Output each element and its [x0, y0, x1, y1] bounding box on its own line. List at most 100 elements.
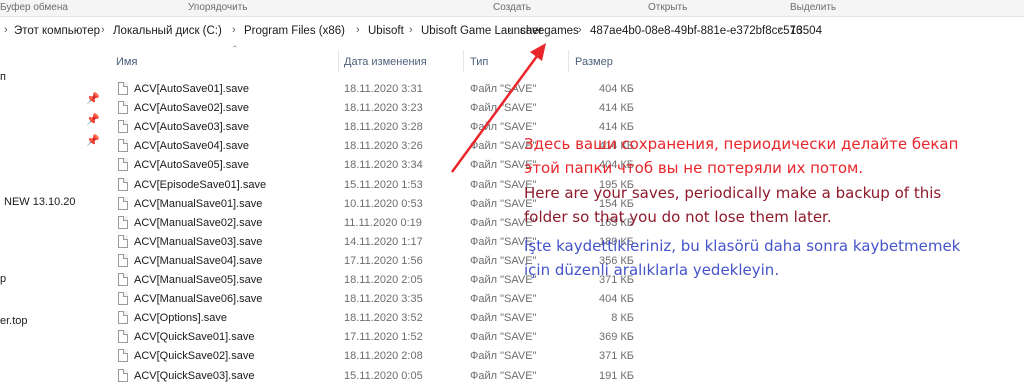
file-size: 8 КБ	[611, 312, 634, 325]
file-type: Файл "SAVE"	[470, 331, 537, 344]
file-date: 10.11.2020 0:53	[344, 197, 423, 210]
file-date: 15.11.2020 0:05	[344, 369, 423, 382]
note-tr-line: için düzenli aralıklarla yedekleyin.	[524, 261, 780, 279]
file-name: ACV[Options].save	[134, 312, 227, 325]
address-bar[interactable]: › Этот компьютер › Локальный диск (C:) ›…	[0, 21, 1024, 43]
column-divider[interactable]	[568, 50, 569, 72]
chevron-right-icon[interactable]: ›	[778, 24, 782, 36]
pin-icon[interactable]: 📌	[86, 113, 100, 126]
file-icon	[118, 139, 128, 153]
ribbon-label-organize: Упорядочить	[188, 2, 248, 13]
breadcrumb-this-pc[interactable]: Этот компьютер	[14, 25, 100, 37]
file-name: ACV[ManualSave02].save	[134, 216, 263, 229]
nav-item[interactable]: er.top	[0, 315, 28, 327]
file-icon	[118, 253, 128, 267]
file-row[interactable]: ACV[QuickSave01].save 17.11.2020 1:52 Файл…	[110, 328, 650, 347]
nav-item[interactable]: р	[0, 273, 6, 285]
file-name: ACV[ManualSave05].save	[134, 274, 263, 286]
file-icon	[118, 120, 128, 134]
breadcrumb-local-disk[interactable]: Локальный диск (C:)	[113, 25, 222, 37]
file-icon	[118, 330, 128, 344]
file-name: ACV[AutoSave04].save	[134, 140, 249, 153]
note-en-line: Here are your saves, periodically make a…	[524, 184, 942, 202]
note-en-line: folder so that you do not lose them late…	[524, 208, 832, 226]
file-date: 18.11.2020 3:31	[344, 83, 423, 95]
ribbon-label-open: Открыть	[648, 2, 688, 13]
file-date: 17.11.2020 1:52	[344, 331, 423, 344]
chevron-right-icon[interactable]: ›	[508, 24, 512, 36]
chevron-right-icon[interactable]: ›	[4, 24, 8, 36]
breadcrumb-ubisoft[interactable]: Ubisoft	[368, 25, 404, 37]
navigation-pane: п 📌 📌 📌 NEW 13.10.20 р er.top	[0, 44, 100, 385]
file-date: 18.11.2020 3:23	[344, 102, 423, 115]
pin-icon[interactable]: 📌	[86, 92, 100, 105]
breadcrumb-savegames[interactable]: savegames	[520, 25, 579, 37]
file-size: 371 КБ	[598, 350, 634, 363]
note-tr-line: İşte kaydettikleriniz, bu klasörü daha s…	[524, 237, 961, 255]
column-divider[interactable]	[463, 50, 464, 72]
file-row[interactable]: ACV[AutoSave02].save 18.11.2020 3:23 Файл …	[110, 99, 650, 118]
file-row[interactable]: ACV[ManualSave06].save 18.11.2020 3:35 Фай…	[110, 290, 650, 309]
file-size: 369 КБ	[598, 331, 634, 344]
file-name: ACV[QuickSave01].save	[134, 331, 255, 344]
file-name: ACV[ManualSave03].save	[134, 235, 263, 248]
nav-item-new[interactable]: NEW 13.10.20	[4, 196, 76, 208]
file-type: Файл "SAVE"	[470, 312, 537, 325]
file-row[interactable]: ACV[AutoSave01].save 18.11.2020 3:31 Файл …	[110, 80, 650, 99]
file-date: 18.11.2020 2:05	[344, 274, 423, 286]
ribbon-label-clipboard: Буфер обмена	[0, 2, 68, 13]
file-row[interactable]: ACV[Options].save 18.11.2020 3:52 Файл "SA…	[110, 309, 650, 328]
column-header-date[interactable]: Дата изменения	[344, 56, 427, 68]
column-header-size[interactable]: Размер	[575, 56, 613, 68]
file-icon	[118, 292, 128, 306]
file-date: 14.11.2020 1:17	[344, 235, 423, 248]
arrow-head	[530, 43, 546, 61]
file-date: 18.11.2020 3:34	[344, 159, 423, 172]
file-name: ACV[AutoSave05].save	[134, 159, 249, 172]
file-type: Файл "SAVE"	[470, 369, 537, 382]
file-type: Файл "SAVE"	[470, 350, 537, 363]
file-row[interactable]: ACV[QuickSave02].save 18.11.2020 2:08 Файл…	[110, 347, 650, 366]
column-header-type[interactable]: Тип	[470, 56, 488, 68]
breadcrumb-guid[interactable]: 487ae4b0-08e8-49bf-881e-e372bf8cc576	[590, 25, 802, 37]
ribbon-bar: Буфер обмена Упорядочить Создать Открыть…	[0, 0, 1024, 17]
file-name: ACV[AutoSave01].save	[134, 83, 249, 95]
file-name: ACV[ManualSave01].save	[134, 197, 263, 210]
chevron-right-icon[interactable]: ›	[101, 24, 105, 36]
chevron-right-icon[interactable]: ›	[409, 24, 413, 36]
file-type: Файл "SAVE"	[470, 102, 537, 115]
nav-item[interactable]: п	[0, 71, 6, 83]
file-date: 18.11.2020 3:26	[344, 140, 423, 153]
file-date: 18.11.2020 3:35	[344, 293, 423, 306]
file-icon	[118, 158, 128, 172]
file-icon	[118, 177, 128, 191]
breadcrumb-13504[interactable]: 13504	[790, 25, 822, 37]
column-header-name[interactable]: Имя	[116, 56, 137, 68]
file-icon	[118, 311, 128, 325]
file-date: 18.11.2020 2:08	[344, 350, 423, 363]
note-english: Here are your saves, periodically make a…	[524, 181, 941, 229]
file-type: Файл "SAVE"	[470, 83, 537, 95]
file-icon	[118, 215, 128, 229]
file-icon	[118, 234, 128, 248]
file-icon	[118, 349, 128, 363]
file-name: ACV[QuickSave03].save	[134, 369, 255, 382]
pin-icon[interactable]: 📌	[86, 134, 100, 147]
sort-up-icon: ⌃	[231, 44, 239, 54]
note-turkish: İşte kaydettikleriniz, bu klasörü daha s…	[524, 234, 960, 282]
ribbon-label-select: Выделить	[790, 2, 837, 13]
file-date: 17.11.2020 1:56	[344, 254, 423, 267]
file-size: 191 КБ	[598, 369, 634, 382]
chevron-right-icon[interactable]: ›	[232, 24, 236, 36]
file-row[interactable]: ACV[QuickSave03].save 15.11.2020 0:05 Файл…	[110, 367, 650, 386]
file-name: ACV[QuickSave02].save	[134, 350, 255, 363]
chevron-right-icon[interactable]: ›	[356, 24, 360, 36]
file-name: ACV[EpisodeSave01].save	[134, 178, 267, 191]
file-size: 404 КБ	[598, 83, 634, 95]
file-size: 404 КБ	[598, 293, 634, 306]
file-date: 11.11.2020 0:19	[344, 216, 422, 229]
chevron-right-icon[interactable]: ›	[578, 24, 582, 36]
column-divider[interactable]	[338, 50, 339, 72]
breadcrumb-program-files[interactable]: Program Files (x86)	[244, 25, 345, 37]
file-name: ACV[AutoSave02].save	[134, 102, 249, 115]
